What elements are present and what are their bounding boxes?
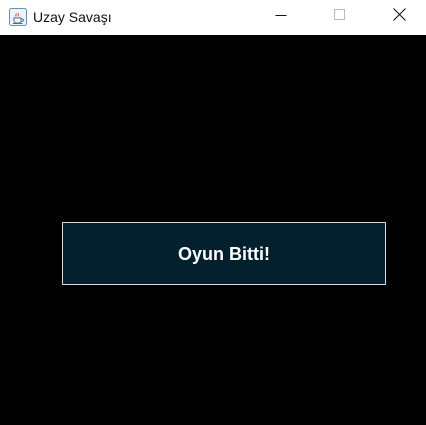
minimize-button[interactable] — [258, 0, 304, 34]
close-button[interactable] — [376, 0, 422, 34]
app-window: Uzay Savaşı Oyun Bitti! — [0, 0, 426, 425]
minimize-icon — [275, 8, 287, 26]
maximize-icon — [334, 8, 346, 26]
java-coffee-cup-icon[interactable] — [9, 8, 27, 26]
title-bar[interactable]: Uzay Savaşı — [0, 0, 426, 35]
game-over-panel: Oyun Bitti! — [62, 222, 386, 285]
close-icon — [392, 8, 406, 26]
maximize-button[interactable] — [317, 0, 363, 34]
window-title: Uzay Savaşı — [33, 9, 112, 25]
game-over-message: Oyun Bitti! — [178, 244, 270, 264]
game-canvas[interactable]: Oyun Bitti! — [0, 35, 426, 425]
